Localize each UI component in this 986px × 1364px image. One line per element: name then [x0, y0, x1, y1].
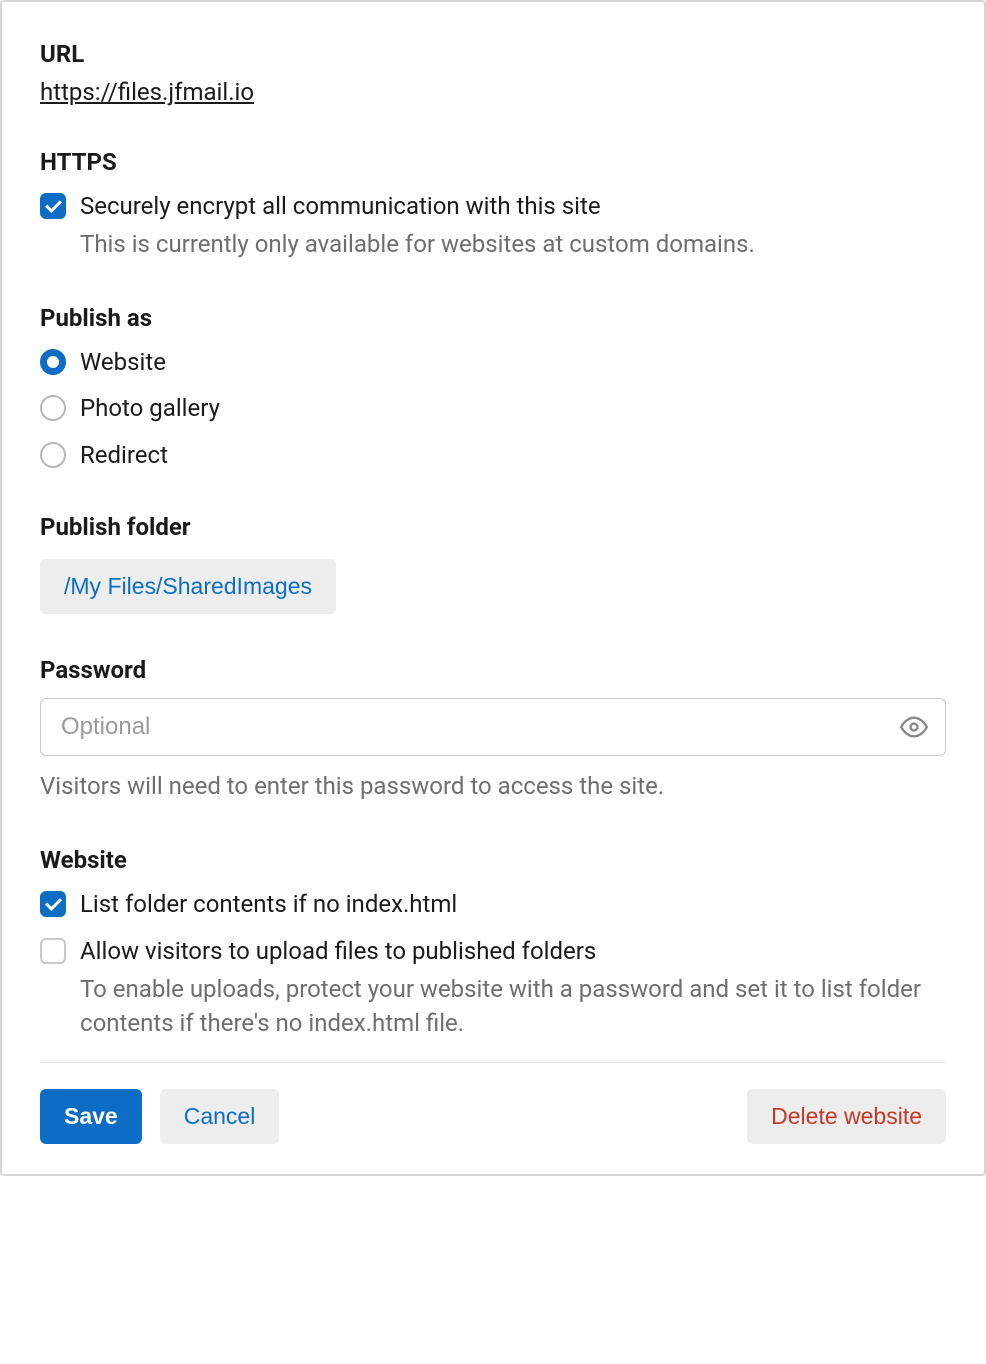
https-section: HTTPS Securely encrypt all communication… — [40, 148, 946, 262]
allow-upload-checkbox[interactable] — [40, 938, 66, 964]
url-section: URL https://files.jfmail.io — [40, 40, 946, 106]
footer: Save Cancel Delete website — [40, 1089, 946, 1144]
save-button[interactable]: Save — [40, 1089, 142, 1144]
website-settings-panel: URL https://files.jfmail.io HTTPS Secure… — [0, 0, 986, 1176]
list-contents-label: List folder contents if no index.html — [80, 888, 946, 920]
eye-icon[interactable] — [900, 713, 928, 741]
publish-as-radio-photo-gallery[interactable] — [40, 395, 66, 421]
publish-as-radio-redirect[interactable] — [40, 442, 66, 468]
url-label: URL — [40, 40, 946, 68]
publish-folder-label: Publish folder — [40, 513, 946, 541]
publish-as-option-redirect: Redirect — [80, 439, 168, 471]
publish-as-label: Publish as — [40, 304, 946, 332]
password-input[interactable] — [40, 698, 946, 756]
cancel-button[interactable]: Cancel — [160, 1089, 280, 1144]
website-section: Website List folder contents if no index… — [40, 846, 946, 1040]
publish-as-radio-website[interactable] — [40, 349, 66, 375]
https-option-label: Securely encrypt all communication with … — [80, 190, 946, 222]
https-label: HTTPS — [40, 148, 946, 176]
publish-folder-section: Publish folder /My Files/SharedImages — [40, 513, 946, 614]
allow-upload-label: Allow visitors to upload files to publis… — [80, 935, 946, 967]
publish-as-option-photo-gallery: Photo gallery — [80, 392, 220, 424]
publish-folder-button[interactable]: /My Files/SharedImages — [40, 559, 336, 614]
https-checkbox[interactable] — [40, 193, 66, 219]
website-label: Website — [40, 846, 946, 874]
allow-upload-help: To enable uploads, protect your website … — [80, 973, 946, 1040]
publish-as-section: Publish as Website Photo gallery Redirec… — [40, 304, 946, 471]
password-help: Visitors will need to enter this passwor… — [40, 772, 946, 800]
list-contents-checkbox[interactable] — [40, 891, 66, 917]
https-help: This is currently only available for web… — [80, 228, 946, 262]
delete-website-button[interactable]: Delete website — [747, 1089, 946, 1144]
footer-divider — [40, 1062, 946, 1063]
password-section: Password Visitors will need to enter thi… — [40, 656, 946, 800]
url-link[interactable]: https://files.jfmail.io — [40, 78, 254, 106]
password-label: Password — [40, 656, 946, 684]
publish-as-option-website: Website — [80, 346, 166, 378]
